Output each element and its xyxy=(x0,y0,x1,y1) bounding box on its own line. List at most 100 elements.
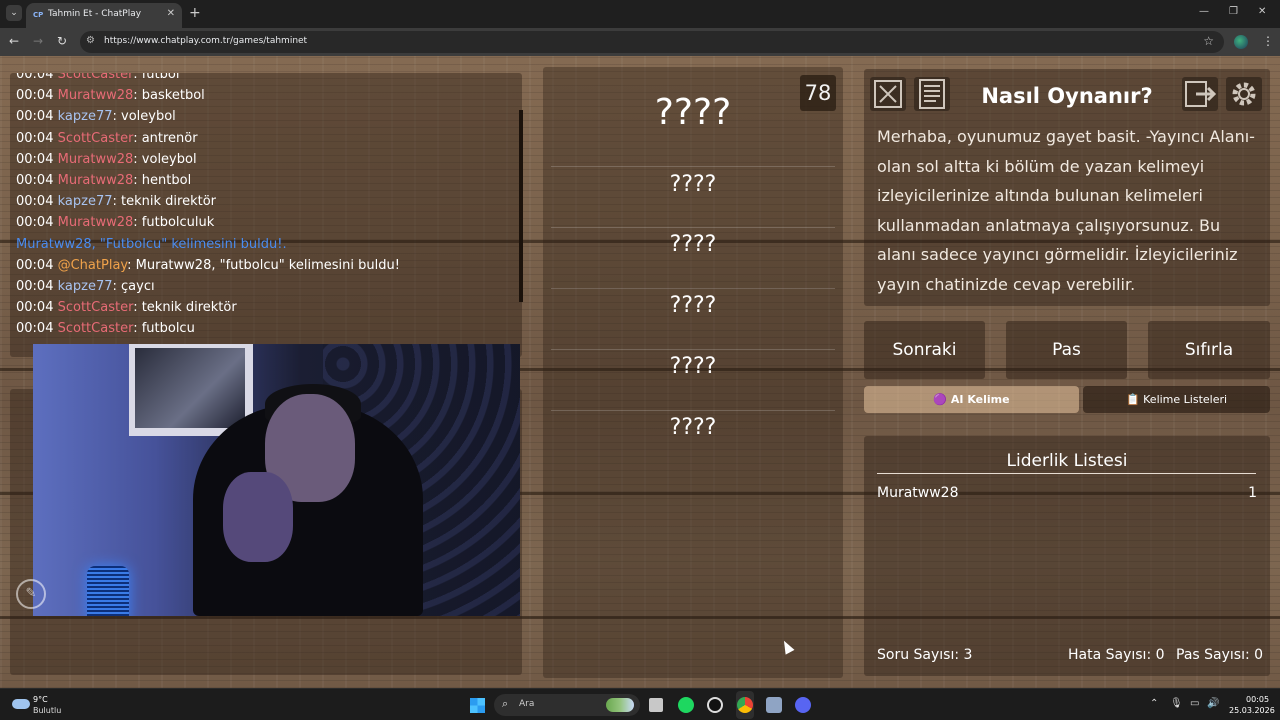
chat-text: : hentbol xyxy=(133,173,192,188)
chat-text: : Muratww28, "futbolcu" kelimesini buldu… xyxy=(127,257,400,273)
forbidden-word: ???? xyxy=(669,232,717,257)
discord-icon[interactable] xyxy=(795,697,811,713)
chat-message: 00:04 kapze77: çaycı xyxy=(16,279,155,295)
system-announcement: Muratww28, "Futbolcu" kelimesini buldu!. xyxy=(16,236,287,252)
browser-menu-icon[interactable]: ⋮ xyxy=(1262,34,1274,48)
exit-icon xyxy=(1185,81,1217,107)
chat-username[interactable]: kapze77 xyxy=(58,194,113,209)
chat-message: 00:04 @ChatPlay: Muratww28, "futbolcu" k… xyxy=(16,258,400,274)
chat-username[interactable]: ScottCaster xyxy=(58,321,134,336)
search-highlight-image xyxy=(606,698,634,712)
weather-description[interactable]: Bulutlu xyxy=(33,706,61,715)
volume-icon[interactable]: 🔊 xyxy=(1207,698,1219,709)
tray-chevron-icon[interactable]: ⌃ xyxy=(1150,698,1158,709)
exit-button[interactable] xyxy=(1182,77,1218,111)
forward-icon[interactable]: → xyxy=(33,34,43,48)
chat-text: : teknik direktör xyxy=(133,300,237,316)
chat-timestamp: 00:04 xyxy=(16,88,54,104)
network-icon[interactable]: ▭ xyxy=(1190,698,1199,709)
ai-word-button[interactable]: 🟣 AI Kelime xyxy=(864,386,1079,413)
tab-chatplay[interactable]: CP Tahmin Et - ChatPlay ✕ xyxy=(26,3,182,28)
chat-text: : futbolcu xyxy=(133,321,195,337)
bookmark-star-icon[interactable]: ☆ xyxy=(1203,34,1214,48)
edit-pencil-icon[interactable]: ✎ xyxy=(16,579,46,609)
chat-message: 00:04 Muratww28: hentbol xyxy=(16,173,191,189)
taskbar-search[interactable]: ⌕ Ara xyxy=(494,694,640,716)
pass-count: Pas Sayısı: 0 xyxy=(1176,647,1264,663)
chat-message: 00:04 kapze77: teknik direktör xyxy=(16,194,216,210)
pass-button[interactable]: Pas xyxy=(1006,321,1127,379)
forbidden-word: ???? xyxy=(669,354,717,379)
next-button[interactable]: Sonraki xyxy=(864,321,985,379)
browser-tab-bar: ⌄ CP Tahmin Et - ChatPlay ✕ + — ❐ ✕ xyxy=(0,0,1280,28)
clock-date[interactable]: 25.03.2026 xyxy=(1229,706,1275,715)
chat-timestamp: 00:04 xyxy=(16,130,54,146)
site-info-icon[interactable]: ⚙ xyxy=(86,35,95,46)
chat-scrollbar[interactable] xyxy=(519,110,523,302)
reset-button[interactable]: Sıfırla xyxy=(1148,321,1270,379)
minimize-icon[interactable]: — xyxy=(1199,6,1209,17)
windows-start-icon[interactable] xyxy=(470,698,485,713)
chat-message: 00:04 Muratww28: futbolculuk xyxy=(16,215,214,231)
chat-timestamp: 00:04 xyxy=(16,321,54,337)
chat-username[interactable]: Muratww28 xyxy=(58,152,134,167)
chat-text: : basketbol xyxy=(133,88,205,104)
forbidden-word: ???? xyxy=(669,293,717,318)
url-text[interactable]: https://www.chatplay.com.tr/games/tahmin… xyxy=(104,36,307,46)
fullscreen-icon xyxy=(874,80,902,108)
browser-toolbar: ← → ↻ ⚙ https://www.chatplay.com.tr/game… xyxy=(0,28,1280,56)
chat-username[interactable]: kapze77 xyxy=(58,109,113,124)
task-view-icon[interactable] xyxy=(649,698,663,712)
restore-icon[interactable]: ❐ xyxy=(1229,6,1238,17)
chat-message: 00:04 Muratww28: voleybol xyxy=(16,152,197,168)
spotify-icon[interactable] xyxy=(678,697,694,713)
word-lists-button[interactable]: 📋 Kelime Listeleri xyxy=(1083,386,1270,413)
back-icon[interactable]: ← xyxy=(9,34,19,48)
close-window-icon[interactable]: ✕ xyxy=(1258,6,1266,17)
obs-icon[interactable] xyxy=(707,697,723,713)
gear-icon xyxy=(1232,82,1256,106)
chat-message: Muratww28, "Futbolcu" kelimesini buldu!. xyxy=(16,237,287,253)
leaderboard-player-name: Muratww28 xyxy=(877,485,959,501)
webcam-feed xyxy=(33,344,520,616)
chat-username[interactable]: Muratww28 xyxy=(58,88,134,103)
chat-message: 00:04 ScottCaster: teknik direktör xyxy=(16,300,237,316)
chat-username[interactable]: Muratww28 xyxy=(58,173,134,188)
how-to-play-text: Merhaba, oyunumuz gayet basit. -Yayıncı … xyxy=(877,127,1255,294)
reload-icon[interactable]: ↻ xyxy=(57,34,67,48)
error-count: Hata Sayısı: 0 xyxy=(1068,647,1165,663)
chat-text: : voleybol xyxy=(133,151,197,167)
new-tab-icon[interactable]: + xyxy=(189,5,201,21)
chat-username[interactable]: @ChatPlay xyxy=(58,258,128,273)
word-divider xyxy=(551,227,835,228)
chat-text: : teknik direktör xyxy=(112,194,217,210)
fullscreen-button[interactable] xyxy=(870,77,906,111)
chat-username[interactable]: ScottCaster xyxy=(58,131,134,146)
chat-text: : antrenör xyxy=(133,130,198,146)
clock-time[interactable]: 00:05 xyxy=(1246,695,1269,704)
profile-avatar-icon[interactable] xyxy=(1234,35,1248,49)
chrome-icon[interactable] xyxy=(737,697,753,713)
windows-taskbar: 9°C Bulutlu ⌕ Ara ⌃ 🎙 ▭ 🔊 00:05 25.03.20… xyxy=(0,688,1280,720)
notes-button[interactable] xyxy=(914,77,950,111)
app-icon[interactable] xyxy=(766,697,782,713)
settings-button[interactable] xyxy=(1226,77,1262,111)
chat-username[interactable]: ScottCaster xyxy=(58,300,134,315)
weather-temperature[interactable]: 9°C xyxy=(33,695,48,704)
search-placeholder: Ara xyxy=(519,699,535,709)
chat-username[interactable]: kapze77 xyxy=(58,279,113,294)
main-word: ???? xyxy=(654,92,732,133)
chat-text: : çaycı xyxy=(112,279,155,294)
question-count: Soru Sayısı: 3 xyxy=(877,647,973,663)
leaderboard-panel xyxy=(864,436,1270,676)
word-divider xyxy=(551,410,835,411)
forbidden-word: ???? xyxy=(669,172,717,197)
tab-search-icon[interactable]: ⌄ xyxy=(6,5,22,21)
chat-timestamp: 00:04 xyxy=(16,215,54,231)
address-bar[interactable]: ⚙ https://www.chatplay.com.tr/games/tahm… xyxy=(80,31,1224,53)
chat-username[interactable]: Muratww28 xyxy=(58,215,134,230)
cloud-icon[interactable] xyxy=(12,699,30,709)
microphone-icon[interactable]: 🎙 xyxy=(1170,698,1183,709)
speaker-light xyxy=(87,566,129,616)
tab-close-icon[interactable]: ✕ xyxy=(167,8,175,19)
